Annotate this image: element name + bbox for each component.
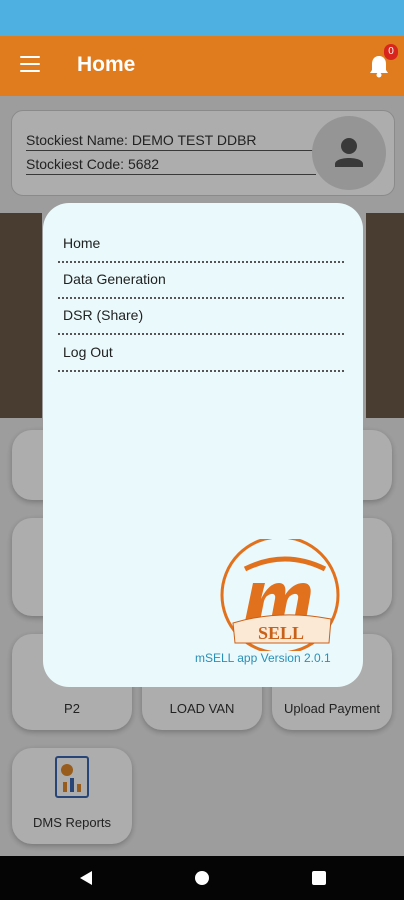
home-icon[interactable]: [194, 870, 210, 886]
side-menu-dialog: Home Data Generation DSR (Share) Log Out…: [43, 203, 363, 687]
svg-text:SELL: SELL: [258, 623, 304, 643]
notification-badge: 0: [384, 44, 398, 60]
menu-item-dsr-share[interactable]: DSR (Share): [58, 299, 344, 335]
menu-item-home[interactable]: Home: [58, 227, 344, 263]
app-bar: Home: [0, 36, 404, 96]
menu-icon[interactable]: [20, 56, 40, 74]
status-bar: [0, 0, 404, 36]
recents-icon[interactable]: [311, 870, 327, 886]
menu-item-log-out[interactable]: Log Out: [58, 336, 344, 372]
system-nav-bar: [0, 856, 404, 900]
menu-item-data-generation[interactable]: Data Generation: [58, 263, 344, 299]
app-version: mSELL app Version 2.0.1: [195, 651, 331, 665]
back-icon[interactable]: [78, 870, 94, 886]
page-title: Home: [77, 53, 136, 76]
msell-logo: SELL: [220, 539, 340, 651]
